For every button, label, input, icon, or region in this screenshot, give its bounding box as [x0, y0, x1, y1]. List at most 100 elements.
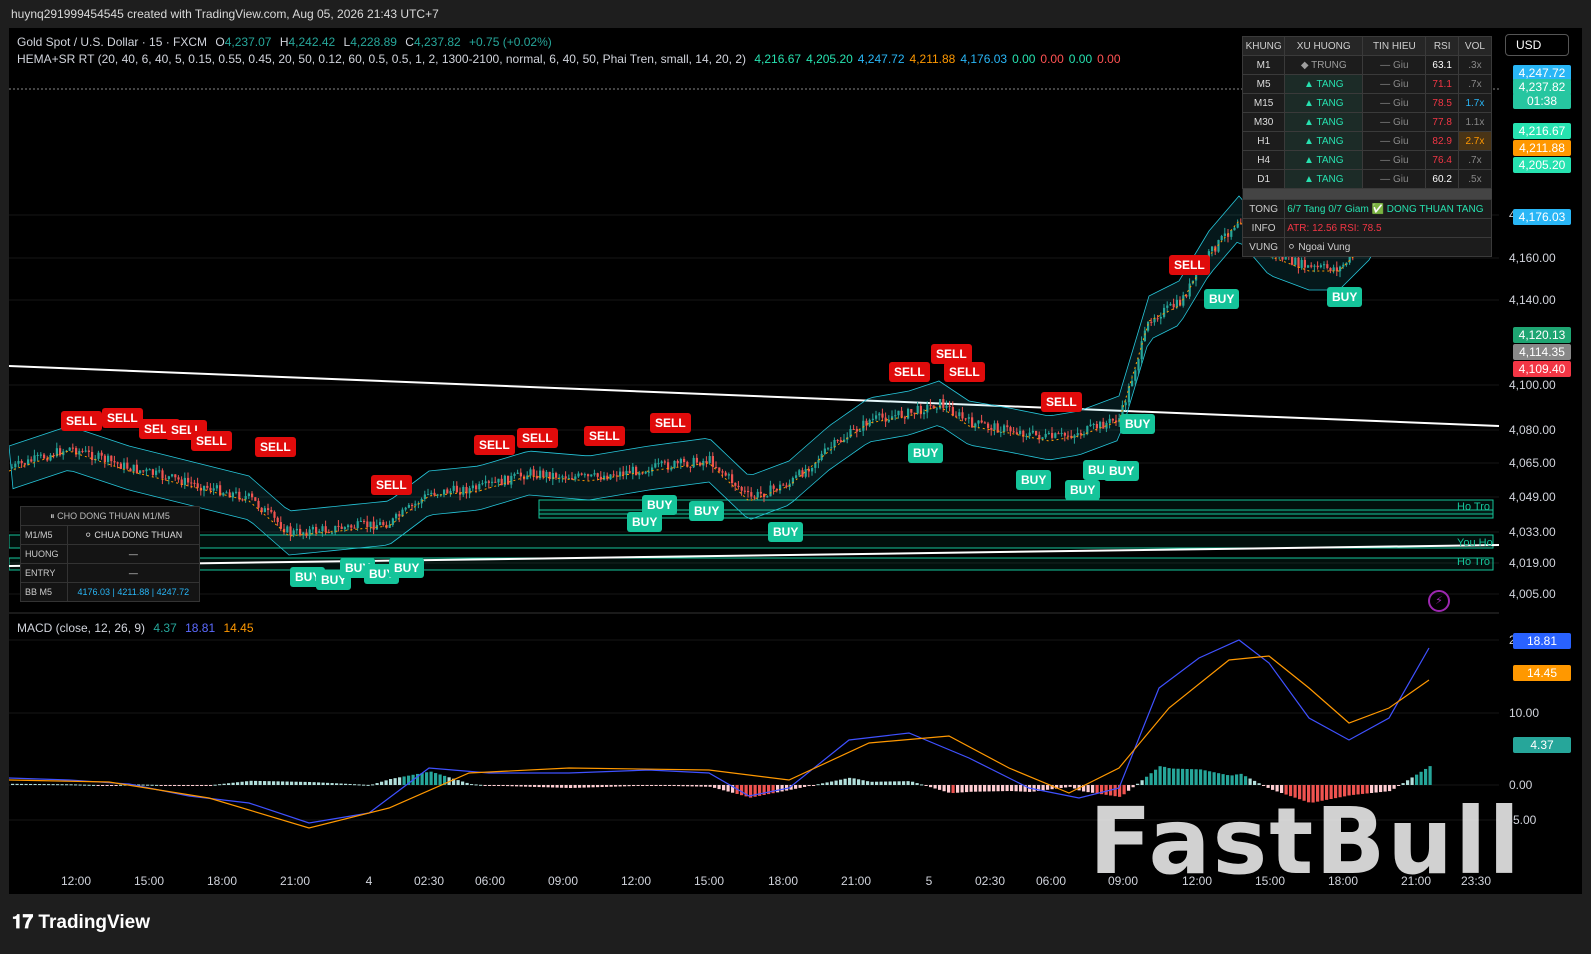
- lightning-icon[interactable]: ⚡: [1428, 590, 1450, 612]
- candle-body: [391, 518, 394, 525]
- macd-histogram-bar: [51, 784, 55, 786]
- candle-body: [14, 463, 17, 468]
- price-axis-label: 4,080.00: [1509, 423, 1556, 437]
- macd-histogram-bar: [191, 785, 195, 786]
- candle-body: [369, 521, 372, 527]
- candle-body: [990, 427, 993, 430]
- candle-body: [542, 470, 545, 478]
- candle-body: [379, 522, 382, 526]
- macd-hist-value: 4.37: [153, 621, 177, 635]
- candle-body: [206, 485, 209, 488]
- macd-histogram-bar: [848, 777, 852, 785]
- macd-histogram-bar: [1397, 785, 1401, 786]
- consensus-row: HUONG —: [20, 544, 201, 564]
- macd-histogram-bar: [1059, 785, 1063, 789]
- price-tag: 18.81: [1513, 633, 1571, 649]
- candle-body: [132, 464, 135, 472]
- table-cell-trend: ▲ TANG: [1284, 93, 1364, 113]
- macd-histogram-bar: [614, 785, 618, 787]
- macd-histogram-bar: [834, 780, 838, 785]
- macd-histogram-bar: [825, 782, 829, 785]
- candle-body: [622, 471, 625, 475]
- candle-body: [212, 488, 215, 491]
- candle-body: [1057, 433, 1060, 435]
- candle-body: [689, 466, 692, 468]
- macd-histogram-bar: [290, 781, 294, 785]
- candle-body: [116, 462, 119, 464]
- candle-body: [935, 408, 938, 410]
- price-axis-label: 4,005.00: [1509, 587, 1556, 601]
- table-spacer: [1242, 188, 1492, 200]
- buy-signal: BUY: [1065, 480, 1101, 500]
- indicator-value: 0.00: [1068, 52, 1093, 66]
- macd-histogram-bar: [1415, 774, 1419, 785]
- candle-body: [855, 429, 858, 432]
- candle-body: [20, 460, 23, 464]
- candle-body: [529, 469, 532, 476]
- macd-histogram-bar: [965, 785, 969, 793]
- sell-signal: SELL: [889, 362, 930, 382]
- macd-histogram-bar: [996, 785, 1000, 792]
- candle-body: [663, 461, 666, 463]
- candle-body: [897, 410, 900, 416]
- candle-body: [1041, 437, 1044, 440]
- candle-body: [1035, 430, 1038, 436]
- tv-logo-text: TradingView: [38, 912, 150, 933]
- candle-body: [315, 526, 318, 533]
- candle-body: [23, 463, 26, 465]
- tradingview-logo[interactable]: 𝟏𝟕 TradingView: [12, 912, 150, 934]
- macd-histogram-bar: [924, 785, 928, 786]
- candle-body: [500, 478, 503, 486]
- macd-histogram-bar: [231, 782, 235, 785]
- price-axis-label: 4,049.00: [1509, 490, 1556, 504]
- macd-axis-label: 0.00: [1509, 778, 1533, 792]
- macd-histogram-bar: [245, 781, 249, 785]
- candle-body: [590, 474, 593, 477]
- table-cell-rsi: 63.1: [1425, 55, 1459, 75]
- candle-body: [119, 463, 122, 469]
- buy-signal: BUY: [1120, 414, 1156, 434]
- chart-area[interactable]: Gold Spot / U.S. Dollar · 15 · FXCM O4,2…: [9, 28, 1582, 894]
- candle-body: [964, 418, 967, 420]
- macd-histogram-bar: [398, 777, 402, 785]
- buy-signal: BUY: [908, 443, 944, 463]
- candle-body: [193, 482, 196, 484]
- currency-button[interactable]: USD: [1505, 34, 1569, 56]
- candle-body: [945, 405, 948, 408]
- candle-body: [1063, 432, 1066, 436]
- candle-body: [33, 455, 36, 462]
- price-tag: 4,211.88: [1513, 140, 1571, 156]
- summary-row: TONG 6/7 Tang 0/7 Giam ✅ DONG THUAN TANG: [1241, 199, 1492, 219]
- summary-key: VUNG: [1241, 237, 1286, 257]
- macd-histogram-bar: [330, 783, 334, 785]
- macd-histogram-bar: [1217, 773, 1221, 785]
- candle-body: [1031, 430, 1034, 433]
- macd-histogram-bar: [1163, 766, 1167, 785]
- candle-body: [171, 474, 174, 477]
- candle-body: [1156, 318, 1159, 320]
- macd-histogram-bar: [533, 785, 537, 787]
- zone-label: Ho Tro: [1457, 501, 1491, 513]
- macd-histogram-bar: [312, 782, 316, 785]
- price-axis-label: 4,033.00: [1509, 525, 1556, 539]
- macd-histogram-bar: [384, 780, 388, 785]
- candle-body: [1019, 430, 1022, 435]
- macd-histogram-bar: [1203, 770, 1207, 785]
- macd-histogram-bar: [1010, 785, 1014, 792]
- candle-body: [129, 468, 132, 472]
- candle-body: [798, 470, 801, 476]
- candle-body: [491, 481, 494, 483]
- candle-body: [430, 492, 433, 495]
- candle-body: [43, 454, 46, 459]
- macd-histogram-bar: [258, 780, 262, 785]
- candle-body: [494, 481, 497, 483]
- table-row: D1 ▲ TANG — Giu 60.2.5x: [1241, 169, 1493, 189]
- zone-label: Ho Tro: [1457, 556, 1491, 568]
- macd-histogram-bar: [371, 784, 375, 786]
- indicator-value: 0.00: [1040, 52, 1064, 66]
- candle-body: [955, 415, 958, 417]
- time-axis-label: 18:00: [1327, 874, 1359, 888]
- macd-histogram-bar: [704, 785, 708, 787]
- macd-histogram-bar: [587, 785, 591, 788]
- table-cell-trend: ▲ TANG: [1284, 131, 1364, 151]
